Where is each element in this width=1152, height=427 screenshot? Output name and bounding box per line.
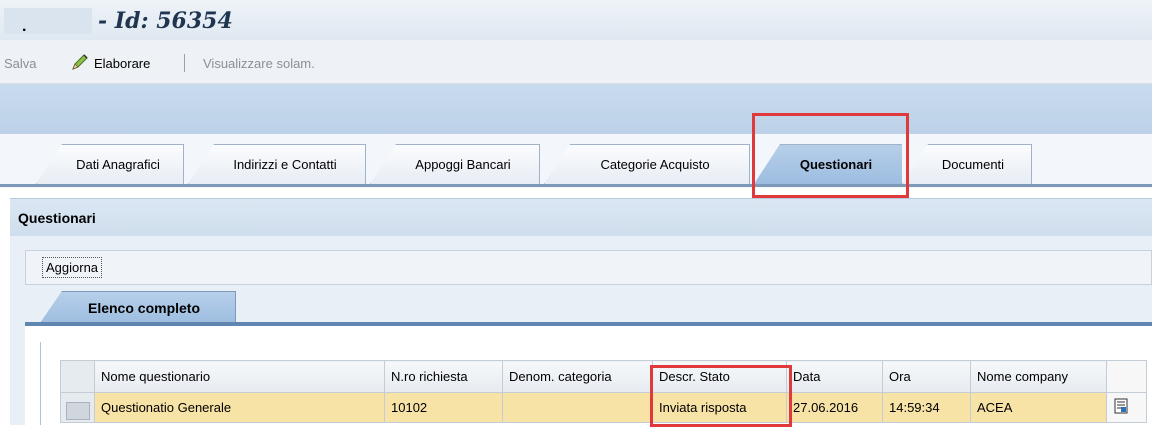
- select-all-cell[interactable]: [60, 360, 95, 393]
- column-header[interactable]: Nome company: [970, 360, 1107, 393]
- tab-label: Categorie Acquisto: [600, 157, 710, 172]
- tab-questionari[interactable]: Questionari: [754, 144, 906, 184]
- tab-label: Indirizzi e Contatti: [233, 157, 337, 172]
- table-cell[interactable]: 10102: [384, 392, 503, 423]
- panel-toolbar: [25, 250, 1152, 285]
- view-only-button[interactable]: Visualizzare solam.: [203, 56, 315, 71]
- column-header[interactable]: Denom. categoria: [502, 360, 653, 393]
- page-title: - Id: 56354: [98, 8, 233, 34]
- document-detail-icon: [1113, 398, 1129, 417]
- subtab-label: Elenco completo: [87, 299, 201, 316]
- table-cell[interactable]: ACEA: [970, 392, 1107, 423]
- refresh-button[interactable]: Aggiorna: [42, 257, 103, 278]
- panel-title: Questionari: [18, 210, 96, 226]
- title-bar: . - Id: 56354: [0, 0, 1152, 40]
- subtab-elenco-completo[interactable]: Elenco completo: [40, 291, 236, 323]
- toolbar: Salva Elaborare Visualizzare solam.: [0, 40, 1152, 84]
- column-header[interactable]: Descr. Stato: [652, 360, 787, 393]
- column-header[interactable]: N.ro richiesta: [384, 360, 503, 393]
- table-cell[interactable]: Inviata risposta: [652, 392, 787, 423]
- column-header-extra: [1106, 360, 1147, 393]
- panel-header: Questionari: [10, 198, 1152, 236]
- table-row[interactable]: Questionatio Generale 10102 Inviata risp…: [60, 392, 1147, 423]
- divider: [40, 342, 41, 425]
- tab-label: Appoggi Bancari: [415, 157, 511, 172]
- column-header[interactable]: Ora: [882, 360, 971, 393]
- tab-dati-anagrafici[interactable]: Dati Anagrafici: [36, 144, 184, 184]
- tab-label: Questionari: [799, 157, 873, 172]
- toolbar-separator: [184, 54, 185, 72]
- table-cell[interactable]: [502, 392, 653, 423]
- title-redacted-area: [4, 8, 92, 34]
- pencil-icon: [70, 52, 90, 75]
- tab-label: Dati Anagrafici: [76, 157, 160, 172]
- tab-categorie-acquisto[interactable]: Categorie Acquisto: [544, 144, 750, 184]
- row-detail-button[interactable]: [1106, 392, 1147, 423]
- tab-label: Documenti: [941, 157, 1005, 172]
- row-selector[interactable]: [60, 392, 95, 423]
- title-prefix: .: [22, 18, 27, 35]
- tab-documenti[interactable]: Documenti: [902, 144, 1032, 184]
- save-button[interactable]: Salva: [4, 56, 37, 71]
- edit-button[interactable]: Elaborare: [70, 52, 150, 74]
- edit-button-label: Elaborare: [94, 55, 151, 71]
- table-cell[interactable]: Questionatio Generale: [94, 392, 385, 423]
- table-cell[interactable]: 14:59:34: [882, 392, 971, 423]
- questionnaire-table: Nome questionario N.ro richiesta Denom. …: [60, 360, 1147, 423]
- tab-underline: [0, 184, 1152, 187]
- tab-appoggi-bancari[interactable]: Appoggi Bancari: [370, 144, 540, 184]
- tab-indirizzi-contatti[interactable]: Indirizzi e Contatti: [188, 144, 366, 184]
- column-header[interactable]: Nome questionario: [94, 360, 385, 393]
- column-header[interactable]: Data: [786, 360, 883, 393]
- table-header-row: Nome questionario N.ro richiesta Denom. …: [60, 360, 1147, 393]
- header-band: [0, 84, 1152, 134]
- table-cell[interactable]: 27.06.2016: [786, 392, 883, 423]
